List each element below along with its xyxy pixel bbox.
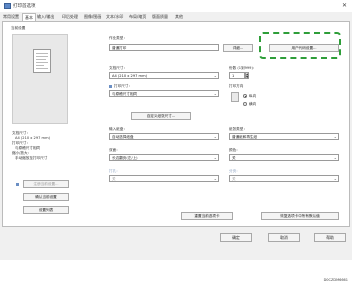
doc-size-select[interactable]: A4 (210 x 297 mm) ⌄ [109, 72, 219, 79]
chevron-down-icon: ⌄ [213, 155, 217, 160]
paper-type-select[interactable]: 普通纸和再生纸 ⌄ [229, 133, 339, 140]
window-title: 打印首选项 [13, 4, 36, 9]
staple-value: 关 [112, 177, 116, 181]
reset-current-tab-button[interactable]: 重置当前选项卡 [181, 212, 233, 220]
job-type-label: 作业类型： [109, 36, 127, 40]
chevron-down-icon: ⌄ [213, 73, 217, 78]
print-size-label: 打印尺寸： [114, 84, 132, 88]
tab-layout[interactable]: 布局/缩页 [129, 14, 146, 20]
color-value: 关 [232, 156, 236, 160]
staple-select[interactable]: 关 ⌄ [109, 175, 219, 182]
duplex-select[interactable]: 长边翻页(左/上) ⌄ [109, 154, 219, 161]
restore-all-defaults-button[interactable]: 恢复选项卡中所有默认值 [261, 212, 339, 220]
input-tray-value: 自动选择纸盘 [112, 135, 134, 139]
info-doc-size-value: A4 (210 x 297 mm) [15, 136, 50, 140]
job-type-select[interactable]: 普通打印 [109, 44, 219, 51]
chevron-down-icon: ⌄ [333, 134, 337, 139]
punch-select[interactable]: 关 ⌄ [229, 175, 339, 182]
portrait-label: 纵向 [249, 94, 257, 98]
doc-size-value: A4 (210 x 297 mm) [112, 74, 147, 78]
current-settings-title: 当前设置 [11, 26, 26, 30]
input-tray-select[interactable]: 自动选择纸盘 ⌄ [109, 133, 219, 140]
custom-paper-size-button[interactable]: 自定义纸张尺寸... [131, 112, 191, 120]
landscape-label: 横向 [249, 102, 257, 106]
tab-text-watermark[interactable]: 文本/水印 [106, 14, 123, 20]
orientation-preview-icon [231, 92, 239, 102]
chevron-down-icon: ⌄ [213, 91, 217, 96]
tab-quality[interactable]: 版面质量 [152, 14, 168, 20]
duplex-label: 双面： [109, 148, 120, 152]
settings-list-button[interactable]: 设置列表 [23, 206, 69, 214]
punch-value: 关 [232, 177, 236, 181]
settings-preview [12, 34, 68, 124]
register-current-settings-button[interactable]: 注册当前设置... [23, 180, 69, 188]
tab-bar: 常用设置 基本 输入/输出 印后处理 图像/图画 文本/水印 布局/缩页 版面质… [0, 13, 352, 21]
confirm-current-settings-button[interactable]: 确认当前设置 [23, 193, 69, 201]
input-tray-label: 输入纸盘： [109, 127, 127, 131]
orientation-label: 打印方向 [229, 84, 244, 88]
paper-type-value: 普通纸和再生纸 [232, 135, 258, 139]
color-label: 颜色： [229, 148, 240, 152]
chevron-down-icon: ⌄ [333, 176, 337, 181]
duplex-value: 长边翻页(左/上) [112, 156, 138, 160]
print-size-value: 与原稿尺寸相同 [112, 92, 138, 96]
tab-finishing[interactable]: 印后处理 [62, 14, 78, 20]
title-bar: 打印首选项 ✕ [0, 0, 352, 12]
tab-common[interactable]: 常用设置 [3, 14, 19, 20]
info-icon [109, 85, 112, 88]
doc-size-label: 文档尺寸： [109, 66, 127, 70]
figure-code: D0CZDM6661 [323, 278, 348, 282]
info-zoom-value: 手动缩放至打印尺寸 [15, 156, 48, 160]
copies-stepper[interactable]: ▲ ▼ [245, 72, 249, 79]
tab-input-output[interactable]: 输入/输出 [37, 14, 54, 20]
landscape-radio[interactable] [243, 102, 247, 106]
chevron-down-icon: ⌄ [333, 155, 337, 160]
cancel-button[interactable]: 取消 [268, 233, 300, 242]
print-size-select[interactable]: 与原稿尺寸相同 ⌄ [109, 90, 219, 97]
chevron-down-icon: ⌄ [213, 176, 217, 181]
close-icon[interactable]: ✕ [342, 2, 347, 9]
tab-other[interactable]: 其他 [175, 14, 183, 20]
staple-label: 打孔： [109, 169, 120, 173]
tab-image[interactable]: 图像/图画 [84, 14, 101, 20]
user-code-highlight [259, 32, 341, 59]
punch-label: 分页： [229, 169, 240, 173]
copies-input[interactable]: 1 [229, 72, 245, 79]
print-preferences-dialog: 打印首选项 ✕ 常用设置 基本 输入/输出 印后处理 图像/图画 文本/水印 布… [0, 0, 352, 260]
job-detail-button[interactable]: 详细... [223, 44, 253, 52]
printer-icon [4, 3, 11, 9]
info-icon [16, 183, 19, 186]
ok-button[interactable]: 确定 [220, 233, 252, 242]
copies-label: 份数 (1到999)： [229, 66, 257, 70]
portrait-radio[interactable] [243, 94, 247, 98]
color-select[interactable]: 关 ⌄ [229, 154, 339, 161]
help-button[interactable]: 帮助 [314, 233, 346, 242]
paper-type-label: 纸张类型： [229, 127, 247, 131]
paper-preview-icon [33, 49, 51, 73]
tab-basic[interactable]: 基本 [22, 13, 36, 21]
chevron-down-icon: ⌄ [213, 134, 217, 139]
